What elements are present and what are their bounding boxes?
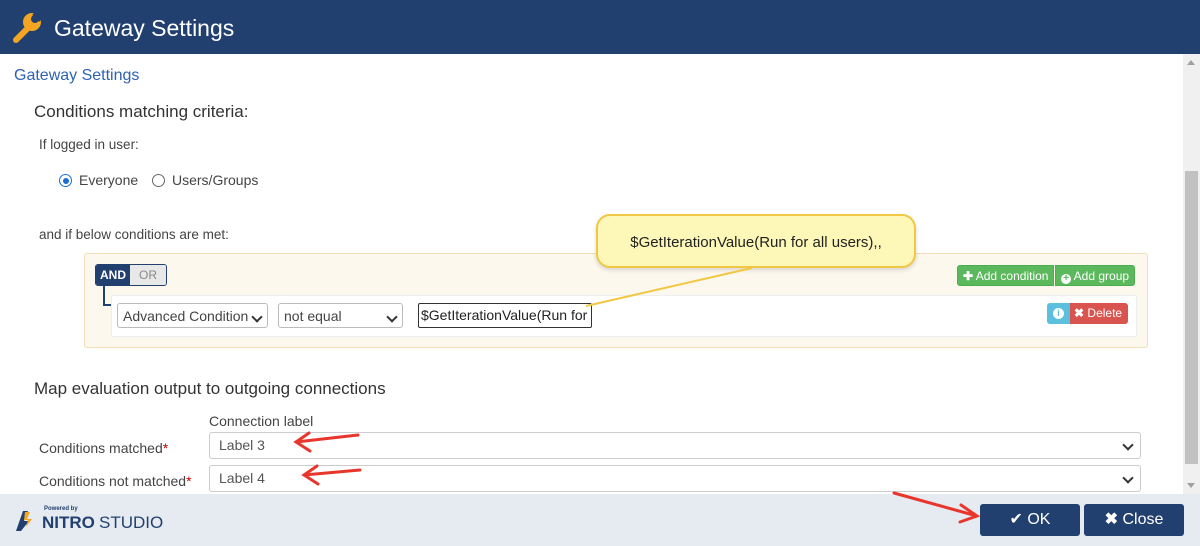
field-select-value: Advanced Condition — [123, 308, 249, 324]
everyone-radio[interactable] — [59, 174, 72, 187]
conditions-matched-value: Label 3 — [219, 437, 265, 453]
close-button[interactable]: ✖ Close — [1084, 504, 1184, 536]
conditions-not-matched-label: Conditions not matched* — [39, 473, 192, 489]
chevron-down-icon — [1122, 439, 1134, 451]
chevron-down-icon — [251, 311, 263, 323]
operator-select-value: not equal — [284, 308, 342, 324]
required-marker: * — [186, 473, 192, 489]
add-group-button[interactable]: + Add group — [1055, 265, 1136, 286]
chevron-down-icon — [386, 311, 398, 323]
conditions-matched-text: Conditions matched — [39, 440, 163, 456]
required-marker: * — [162, 440, 169, 456]
close-label: Close — [1122, 511, 1164, 528]
chevron-down-icon — [1122, 472, 1134, 484]
nitro-studio-logo: Powered by NITRO STUDIO — [14, 506, 174, 536]
criteria-heading: Conditions matching criteria: — [34, 102, 249, 121]
dialog-footer: Powered by NITRO STUDIO ✔ OK ✖ Close — [0, 494, 1200, 546]
info-icon: i — [1053, 308, 1064, 319]
value-input[interactable]: $GetIterationValue(Run for — [418, 303, 592, 328]
close-icon: ✖ — [1104, 511, 1119, 528]
value-callout: $GetIterationValue(Run for all users),, — [596, 214, 916, 268]
info-button[interactable]: i — [1047, 303, 1070, 324]
conditions-not-matched-text: Conditions not matched — [39, 473, 187, 489]
and-button[interactable]: AND — [96, 265, 130, 285]
wrench-icon — [13, 11, 43, 43]
delete-label: Delete — [1087, 306, 1123, 320]
ok-label: OK — [1027, 511, 1051, 528]
field-select[interactable]: Advanced Condition — [117, 303, 268, 328]
mapping-heading: Map evaluation output to outgoing connec… — [34, 379, 386, 398]
check-icon: ✔ — [1009, 511, 1023, 528]
lightning-logo-icon — [16, 511, 32, 531]
add-condition-label: Add condition — [975, 269, 1049, 283]
everyone-radio-label[interactable]: Everyone — [79, 172, 138, 188]
and-or-toggle: AND OR — [95, 264, 167, 286]
vertical-scrollbar[interactable] — [1183, 54, 1200, 494]
conditions-not-matched-value: Label 4 — [219, 470, 265, 486]
conditions-not-matched-select[interactable]: Label 4 — [209, 465, 1141, 492]
or-button[interactable]: OR — [130, 265, 166, 285]
add-group-label: Add group — [1073, 269, 1130, 283]
connection-label-header: Connection label — [209, 413, 314, 429]
brand-name: NITRO — [42, 513, 95, 532]
logged-in-user-label: If logged in user: — [39, 137, 139, 152]
powered-by-text: Powered by — [44, 506, 78, 512]
close-icon: ✖ — [1074, 306, 1085, 320]
operator-select[interactable]: not equal — [278, 303, 403, 328]
conditions-met-label: and if below conditions are met: — [39, 227, 229, 242]
users-groups-radio[interactable] — [152, 174, 165, 187]
dialog-titlebar: Gateway Settings — [0, 0, 1200, 54]
brand-suffix: STUDIO — [99, 513, 164, 532]
add-condition-button[interactable]: ✚ Add condition — [957, 265, 1055, 286]
conditions-matched-select[interactable]: Label 3 — [209, 432, 1141, 459]
plus-icon: ✚ — [963, 269, 974, 283]
rule-row: Advanced Condition not equal $GetIterati… — [111, 295, 1137, 337]
scroll-down-icon[interactable] — [1187, 483, 1195, 488]
plus-circle-icon: + — [1061, 274, 1071, 284]
dialog-title: Gateway Settings — [54, 15, 235, 41]
users-groups-radio-label[interactable]: Users/Groups — [172, 172, 258, 188]
scrollbar-thumb[interactable] — [1185, 171, 1198, 464]
delete-rule-button[interactable]: ✖ Delete — [1070, 303, 1129, 324]
ok-button[interactable]: ✔ OK — [980, 504, 1080, 536]
dialog-content: Gateway Settings Conditions matching cri… — [0, 54, 1183, 494]
conditions-matched-label: Conditions matched* — [39, 440, 168, 456]
section-title[interactable]: Gateway Settings — [14, 67, 139, 85]
scroll-up-icon[interactable] — [1187, 60, 1195, 65]
